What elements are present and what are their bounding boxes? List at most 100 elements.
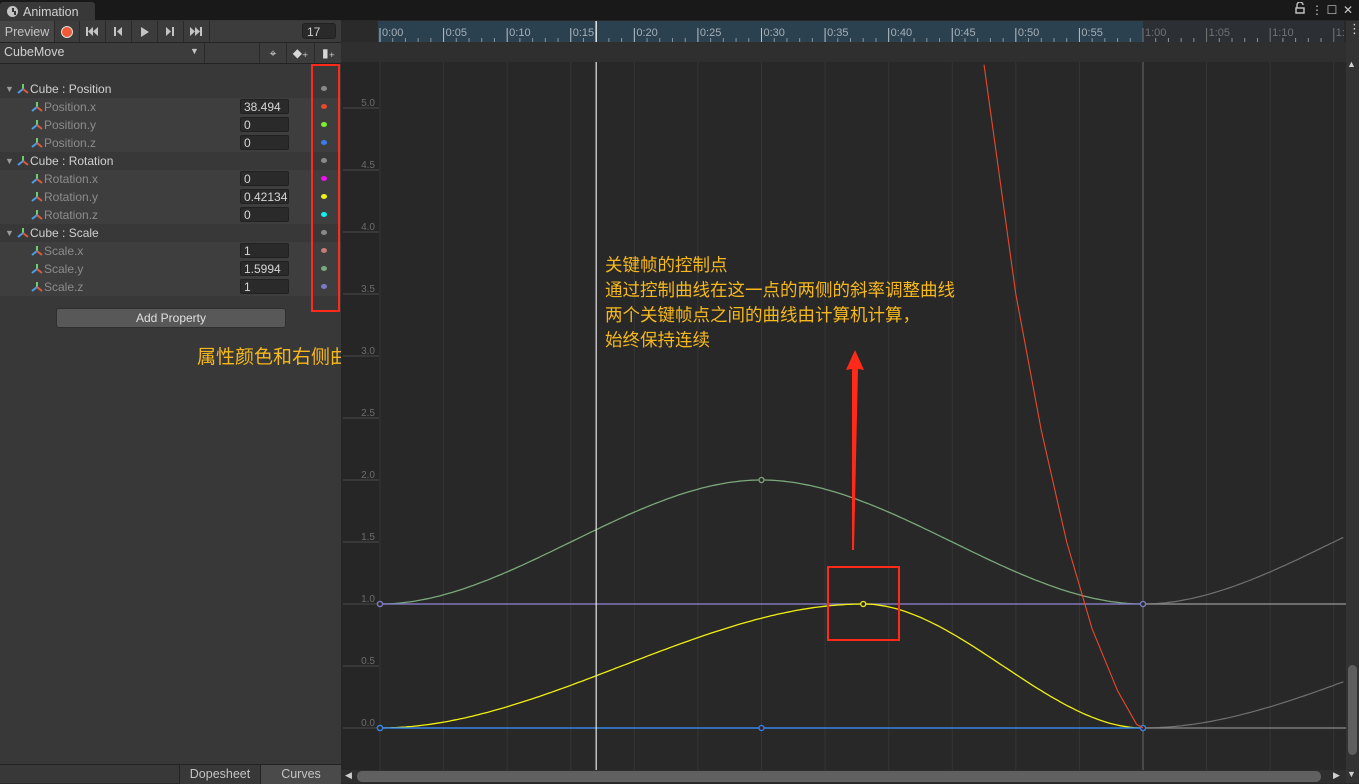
play-button[interactable]	[132, 21, 158, 42]
clip-bar: CubeMove ▼ ⌖ ◆₊ ▮₊	[0, 43, 341, 64]
property-row[interactable]: Scale.y 1.5994	[0, 260, 341, 278]
property-label: Cube : Scale	[30, 226, 99, 240]
keyframe-point[interactable]	[1139, 600, 1147, 608]
transform-icon	[31, 102, 43, 112]
keyframe-point[interactable]	[758, 476, 765, 484]
ruler-tick-label: 0:30	[764, 27, 785, 39]
property-row[interactable]: Position.z 0	[0, 134, 341, 152]
annotation-arrow	[846, 350, 864, 550]
tab-dopesheet[interactable]: Dopesheet	[179, 765, 260, 784]
property-group-row[interactable]: ▼ Cube : Scale	[0, 224, 341, 242]
ruler-tick-label: 0:55	[1081, 27, 1102, 39]
record-button[interactable]	[55, 21, 80, 42]
annotation-line: 始终保持连续	[605, 331, 710, 351]
property-row[interactable]: Scale.z 1	[0, 278, 341, 296]
scroll-right-icon[interactable]: ▶	[1333, 770, 1340, 781]
ruler-tick-label: 1:	[1336, 27, 1344, 39]
horizontal-scrollbar[interactable]: ◀ ▶	[341, 770, 1346, 783]
scroll-left-icon[interactable]: ◀	[345, 770, 352, 781]
scroll-up-icon[interactable]: ▲	[1347, 59, 1356, 69]
property-row[interactable]: Scale.x 1	[0, 242, 341, 260]
property-row[interactable]: Position.y 0	[0, 116, 341, 134]
value-tick-label: 3.0	[361, 346, 375, 357]
last-key-icon	[190, 27, 202, 36]
close-icon[interactable]: ✕	[1339, 2, 1357, 18]
record-icon	[61, 25, 73, 38]
property-label: Scale.y	[44, 262, 84, 276]
property-row[interactable]: Rotation.y 0.42134	[0, 188, 341, 206]
more-icon[interactable]: ⋮	[1348, 21, 1359, 37]
add-event-icon: ▮₊	[322, 46, 335, 60]
vertical-scroll-thumb[interactable]	[1348, 665, 1357, 755]
first-key-button[interactable]	[80, 21, 106, 42]
property-label: Rotation.y	[44, 190, 99, 204]
property-label: Scale.z	[44, 280, 84, 294]
ruler-tick-label: 0:50	[1018, 27, 1039, 39]
value-tick-label: 1.5	[361, 532, 375, 543]
property-value-field[interactable]: 1.5994	[240, 261, 289, 276]
foldout-arrow-icon[interactable]: ▼	[5, 228, 14, 238]
property-row[interactable]: Rotation.x 0	[0, 170, 341, 188]
event-lane[interactable]	[341, 42, 1346, 63]
clip-dropdown[interactable]: CubeMove ▼	[0, 43, 205, 63]
property-value-field[interactable]: 1	[240, 243, 289, 258]
property-label: Cube : Rotation	[30, 154, 114, 168]
property-value-field[interactable]: 0	[240, 207, 289, 222]
preview-button[interactable]: Preview	[0, 21, 55, 42]
vertical-scrollbar[interactable]: ⋮ ▲ ▼	[1346, 21, 1359, 783]
foldout-arrow-icon[interactable]: ▼	[5, 84, 14, 94]
value-tick-label: 0.5	[361, 656, 375, 667]
frame-field[interactable]: 17	[302, 23, 336, 39]
filter-by-selection-button[interactable]: ⌖	[259, 43, 286, 63]
next-key-button[interactable]	[158, 21, 184, 42]
view-mode-tabs: Dopesheet Curves	[0, 764, 341, 784]
keyframe-point[interactable]	[758, 724, 765, 732]
add-event-button[interactable]: ▮₊	[314, 43, 342, 63]
transform-icon	[31, 192, 43, 202]
ruler-tick-label: 0:25	[700, 27, 721, 39]
transform-icon	[31, 246, 43, 256]
tab-curves[interactable]: Curves	[260, 765, 341, 784]
clip-name: CubeMove	[4, 45, 65, 59]
ruler-tick-label: 0:20	[636, 27, 657, 39]
transform-icon	[31, 174, 43, 184]
property-row[interactable]: Rotation.z 0	[0, 206, 341, 224]
scroll-down-icon[interactable]: ▼	[1347, 769, 1356, 779]
prev-key-button[interactable]	[106, 21, 132, 42]
lock-icon[interactable]	[1291, 1, 1309, 18]
property-value-field[interactable]: 0.42134	[240, 189, 289, 204]
add-keyframe-button[interactable]: ◆₊	[286, 43, 314, 63]
value-tick-label: 2.0	[361, 470, 375, 481]
property-value-field[interactable]: 38.494	[240, 99, 289, 114]
property-value-field[interactable]: 0	[240, 171, 289, 186]
ruler-tick-label: 0:40	[891, 27, 912, 39]
time-ruler[interactable]: 0:00 0:05 0:10 0:15 0:20 0:25 0:30 0:35 0:40 0:45…	[378, 21, 1344, 42]
property-value-field[interactable]: 0	[240, 135, 289, 150]
value-tick-label: 1.0	[361, 594, 375, 605]
property-row[interactable]: Position.x 38.494	[0, 98, 341, 116]
ruler-tick-label: 0:35	[827, 27, 848, 39]
value-tick-label: 5.0	[361, 98, 375, 109]
property-label: Rotation.z	[44, 208, 99, 222]
property-value-field[interactable]: 0	[240, 117, 289, 132]
ruler-tick-label: 0:45	[954, 27, 975, 39]
keyframe-point[interactable]	[376, 600, 384, 608]
keyframe-point[interactable]	[376, 724, 384, 732]
horizontal-scroll-thumb[interactable]	[357, 771, 1321, 782]
property-group-row[interactable]: ▼ Cube : Position	[0, 80, 341, 98]
add-keyframe-icon: ◆₊	[292, 46, 309, 60]
property-label: Position.z	[44, 136, 97, 150]
last-key-button[interactable]	[184, 21, 210, 42]
first-key-icon	[86, 27, 98, 36]
property-value-field[interactable]: 1	[240, 279, 289, 294]
tab-animation[interactable]: Animation	[0, 2, 95, 21]
foldout-arrow-icon[interactable]: ▼	[5, 156, 14, 166]
tab-title: Animation	[23, 4, 79, 19]
property-group-row[interactable]: ▼ Cube : Rotation	[0, 152, 341, 170]
add-property-button[interactable]: Add Property	[56, 308, 286, 328]
property-label: Position.x	[44, 100, 97, 114]
play-icon	[141, 26, 149, 37]
next-key-icon	[166, 27, 174, 36]
value-tick-label: 2.5	[361, 408, 375, 419]
transform-icon	[31, 282, 43, 292]
